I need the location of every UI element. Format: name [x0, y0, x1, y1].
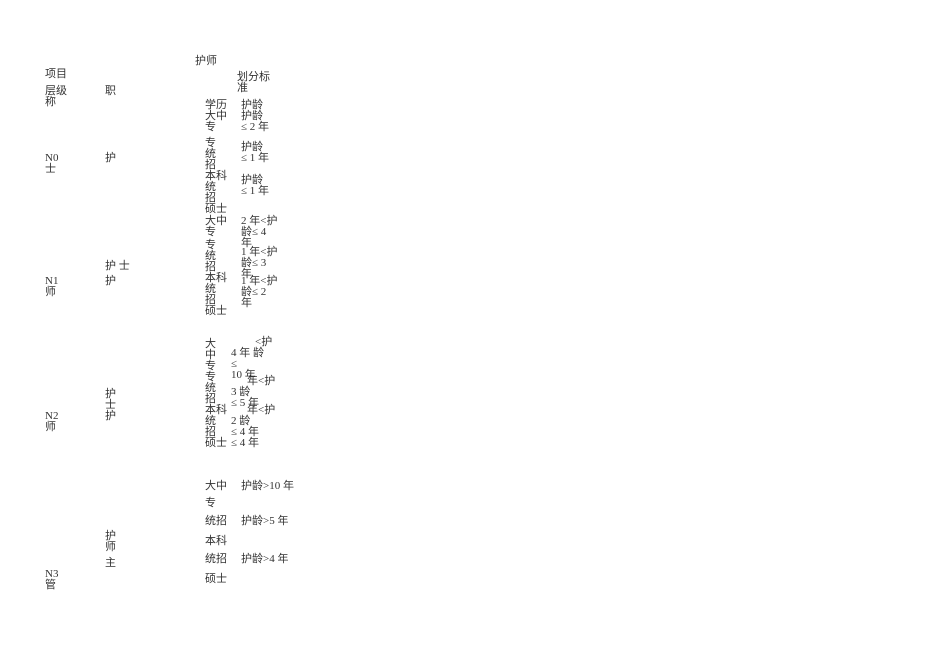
subtitle-l2: 准 — [237, 82, 248, 94]
n1-r1-edu-l2: 专 — [205, 226, 216, 238]
n0-r3-age2: ≤ 1 年 — [241, 185, 269, 197]
n1-r3-age3: 年 — [241, 297, 252, 309]
n1-id-l2: 师 — [45, 286, 56, 298]
col-title: 职 — [105, 85, 116, 97]
n2-title2: 护 — [105, 410, 116, 422]
n3-r5-edu: 硕士 — [205, 573, 227, 585]
n3-r4-edu: 统招 — [205, 553, 227, 565]
n3-r2-age: 护龄>5 年 — [241, 515, 288, 527]
n0-title: 护 — [105, 152, 116, 164]
n1-title1: 护 士 — [105, 260, 130, 272]
n3-title2: 主 — [105, 557, 116, 569]
title: 护师 — [195, 55, 217, 67]
col-project: 项目 — [45, 68, 67, 80]
n2-r2-age: 年<护 — [247, 375, 275, 387]
n0-r1-edu-l2: 专 — [205, 121, 216, 133]
document-page: 护师 划分标 准 项目 层级 称 职 学历 护龄 大中 专 护龄 ≤ 2 年 专… — [45, 55, 900, 613]
n2-id-l2: 师 — [45, 421, 56, 433]
n2-r4-age: ≤ 4 年 — [231, 437, 259, 449]
n3-id-l2: 管 — [45, 579, 56, 591]
n2-r3-age: 年<护 — [247, 404, 275, 416]
n0-r1-age2: ≤ 2 年 — [241, 121, 269, 133]
col-level-l2: 称 — [45, 96, 56, 108]
n1-r4-edu: 硕士 — [205, 305, 227, 317]
n3-r1-edu-l1: 大中 — [205, 480, 227, 492]
n3-title1-l2: 师 — [105, 541, 116, 553]
n0-r2-age2: ≤ 1 年 — [241, 152, 269, 164]
n3-r3-edu: 本科 — [205, 535, 227, 547]
n0-id-l2: 士 — [45, 163, 56, 175]
n3-r4-age: 护龄>4 年 — [241, 553, 288, 565]
n3-r1-edu-l2: 专 — [205, 497, 216, 509]
n3-r2-edu: 统招 — [205, 515, 227, 527]
n3-r1-age: 护龄>10 年 — [241, 480, 294, 492]
n2-r4-edu: 硕士 — [205, 437, 227, 449]
n0-r4-edu: 硕士 — [205, 203, 227, 215]
n1-title2: 护 — [105, 275, 116, 287]
